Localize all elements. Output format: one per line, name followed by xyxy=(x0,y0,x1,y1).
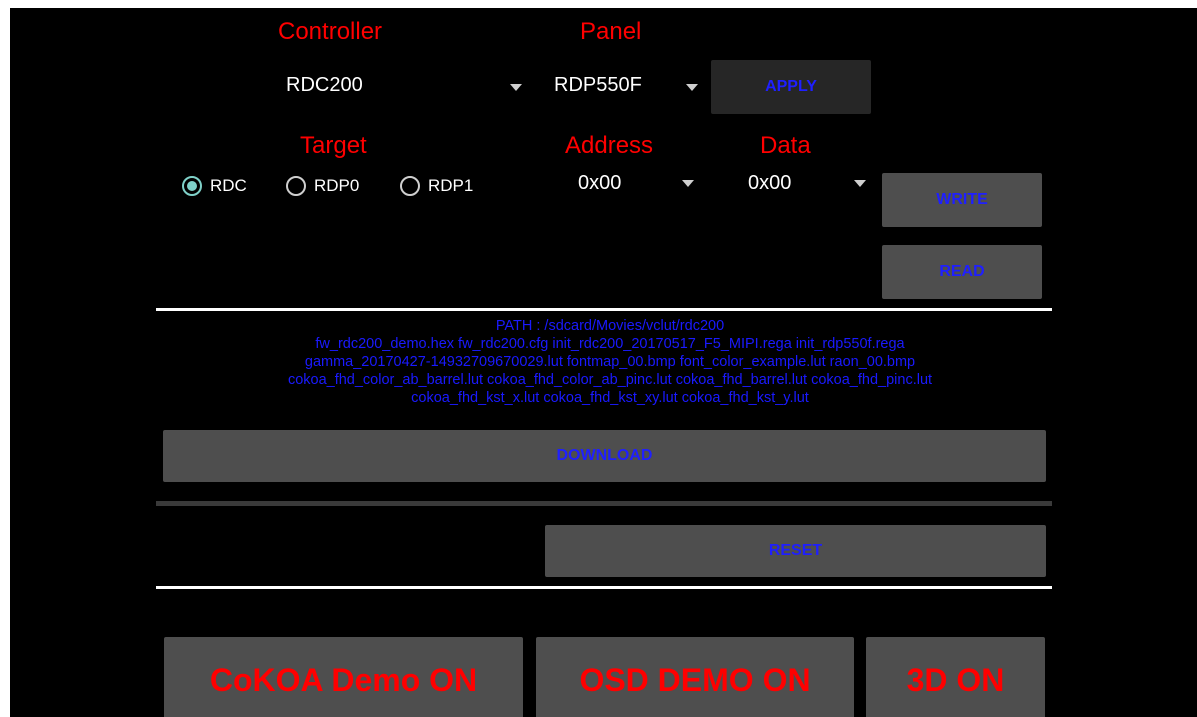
target-radio-rdp1[interactable]: RDP1 xyxy=(400,176,473,196)
data-spinner[interactable]: 0x00 xyxy=(742,168,874,202)
divider xyxy=(156,308,1052,311)
controller-value: RDC200 xyxy=(286,74,363,96)
panel-value: RDP550F xyxy=(554,74,642,96)
osd-demo-button[interactable]: OSD DEMO ON xyxy=(536,637,854,717)
radio-label: RDP1 xyxy=(428,176,474,195)
reset-button[interactable]: RESET xyxy=(545,525,1046,577)
target-radio-rdp0[interactable]: RDP0 xyxy=(286,176,359,196)
radio-unchecked-icon xyxy=(286,176,306,196)
panel-label: Panel xyxy=(580,18,642,45)
controller-label: Controller xyxy=(278,18,383,45)
path-text: PATH : /sdcard/Movies/vclut/rdc200 xyxy=(495,318,725,334)
address-spinner[interactable]: 0x00 xyxy=(572,168,702,202)
cokoa-demo-button[interactable]: CoKOA Demo ON xyxy=(164,637,523,717)
address-value: 0x00 xyxy=(578,172,622,194)
3d-button[interactable]: 3D ON xyxy=(866,637,1045,717)
data-label: Data xyxy=(760,132,811,159)
read-button[interactable]: READ xyxy=(882,245,1042,299)
radio-label: RDP0 xyxy=(314,176,360,195)
divider xyxy=(156,586,1052,589)
target-radio-rdc[interactable]: RDC xyxy=(182,176,247,196)
radio-unchecked-icon xyxy=(400,176,420,196)
dropdown-arrow-icon xyxy=(510,84,522,91)
file-list-line: fw_rdc200_demo.hex fw_rdc200.cfg init_rd… xyxy=(315,336,905,352)
dropdown-arrow-icon xyxy=(686,84,698,91)
file-list-line: cokoa_fhd_kst_x.lut cokoa_fhd_kst_xy.lut… xyxy=(411,390,809,406)
file-list-line: cokoa_fhd_color_ab_barrel.lut cokoa_fhd_… xyxy=(287,372,933,388)
panel-spinner[interactable]: RDP550F xyxy=(548,70,708,106)
app-screen: Controller RDC200 Panel RDP550F APPLY Ta… xyxy=(10,8,1197,717)
file-list-line: gamma_20170427-14932709670029.lut fontma… xyxy=(304,354,916,370)
dropdown-arrow-icon xyxy=(682,180,694,187)
radio-checked-icon xyxy=(182,176,202,196)
divider xyxy=(156,501,1052,506)
radio-label: RDC xyxy=(210,176,247,195)
data-value: 0x00 xyxy=(748,172,792,194)
apply-button[interactable]: APPLY xyxy=(711,60,871,114)
dropdown-arrow-icon xyxy=(854,180,866,187)
target-label: Target xyxy=(300,132,367,159)
controller-spinner[interactable]: RDC200 xyxy=(280,70,540,106)
address-label: Address xyxy=(565,132,654,159)
download-button[interactable]: DOWNLOAD xyxy=(163,430,1046,482)
write-button[interactable]: WRITE xyxy=(882,173,1042,227)
